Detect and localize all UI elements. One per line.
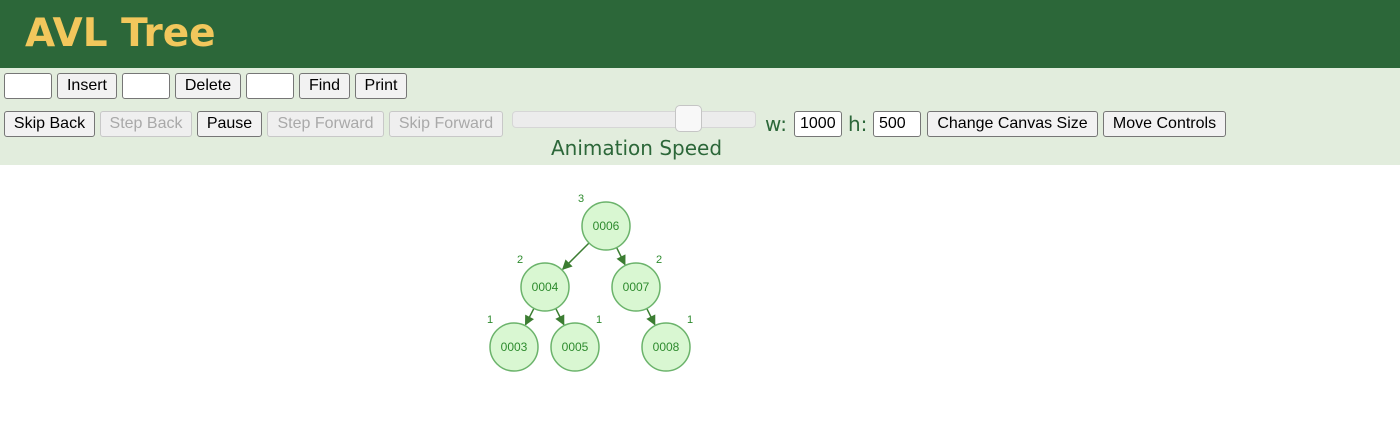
tree-node-0007: 0007 2 xyxy=(611,254,662,312)
animation-speed-slider[interactable] xyxy=(512,111,756,128)
insert-input[interactable] xyxy=(4,73,52,99)
avl-tree-diagram: 0006 3 0004 2 0007 2 0003 1 0005 1 0008 1 xyxy=(487,193,693,372)
app-header: AVL Tree xyxy=(0,0,1400,68)
insert-button[interactable]: Insert xyxy=(57,73,117,99)
tree-node-height: 2 xyxy=(517,254,523,266)
tree-node-label: 0007 xyxy=(623,280,650,294)
tree-node-0003: 0003 1 xyxy=(487,314,539,372)
canvas-width-label: w: xyxy=(765,112,788,136)
tree-node-height: 3 xyxy=(578,193,584,205)
step-back-button[interactable]: Step Back xyxy=(100,111,192,137)
tree-node-height: 2 xyxy=(656,254,662,266)
canvas-height-input[interactable]: 500 xyxy=(873,111,921,137)
skip-forward-button[interactable]: Skip Forward xyxy=(389,111,503,137)
tree-node-0004: 0004 2 xyxy=(517,254,570,312)
tree-node-height: 1 xyxy=(596,314,602,326)
step-forward-button[interactable]: Step Forward xyxy=(267,111,384,137)
pause-button[interactable]: Pause xyxy=(197,111,262,137)
tree-node-label: 0004 xyxy=(532,280,559,294)
tree-edge-n7-n8 xyxy=(646,308,656,326)
tree-node-0005: 0005 1 xyxy=(550,314,602,372)
skip-back-button[interactable]: Skip Back xyxy=(4,111,95,137)
tree-node-label: 0008 xyxy=(653,340,680,354)
page-title: AVL Tree xyxy=(25,11,216,56)
tree-node-label: 0006 xyxy=(593,219,620,233)
print-button[interactable]: Print xyxy=(355,73,407,99)
move-controls-button[interactable]: Move Controls xyxy=(1103,111,1226,137)
change-canvas-size-button[interactable]: Change Canvas Size xyxy=(927,111,1098,137)
visualization-canvas[interactable]: 0006 3 0004 2 0007 2 0003 1 0005 1 0008 1 xyxy=(0,165,1400,441)
canvas-width-input[interactable]: 1000 xyxy=(794,111,842,137)
tree-node-height: 1 xyxy=(687,314,693,326)
tree-edge-n6-n7 xyxy=(615,247,626,266)
tree-node-label: 0003 xyxy=(501,340,528,354)
delete-input[interactable] xyxy=(122,73,170,99)
tree-node-height: 1 xyxy=(487,314,493,326)
tree-node-0008: 0008 1 xyxy=(641,314,693,372)
tree-edge-n4-n3 xyxy=(524,307,535,326)
tree-node-label: 0005 xyxy=(562,340,589,354)
delete-button[interactable]: Delete xyxy=(175,73,241,99)
animation-speed-label: Animation Speed xyxy=(551,136,723,160)
find-button[interactable]: Find xyxy=(299,73,350,99)
canvas-height-label: h: xyxy=(848,112,868,136)
tree-edge-n6-n4 xyxy=(561,242,590,271)
animation-speed-slider-thumb[interactable] xyxy=(674,105,702,132)
find-input[interactable] xyxy=(246,73,294,99)
tree-node-0006: 0006 3 xyxy=(578,193,631,251)
tree-edge-n4-n5 xyxy=(555,308,565,326)
